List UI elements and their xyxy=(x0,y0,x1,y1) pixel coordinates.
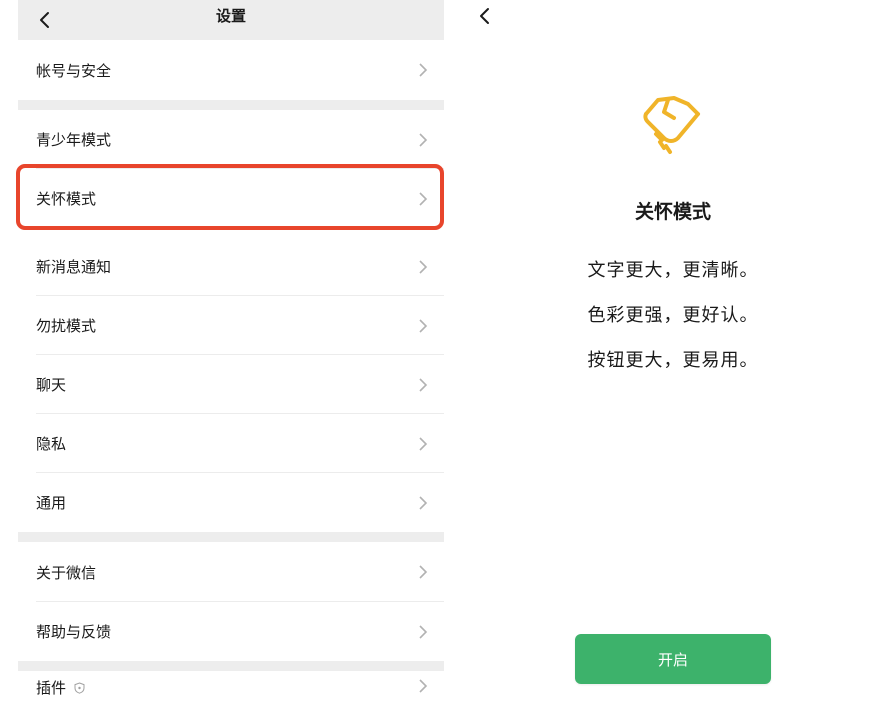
chevron-left-icon xyxy=(480,8,489,24)
settings-item-teen-mode[interactable]: 青少年模式 xyxy=(18,110,444,169)
settings-nav-bar: 设置 xyxy=(18,0,444,40)
settings-item-label: 聊天 xyxy=(36,376,67,394)
settings-item-label: 通用 xyxy=(36,494,67,512)
settings-item-label: 关于微信 xyxy=(36,563,97,582)
shield-icon xyxy=(74,681,85,694)
settings-item-chat[interactable]: 聊天 xyxy=(18,355,444,414)
settings-item-general[interactable]: 通用 xyxy=(18,473,444,532)
care-mode-panel: 关怀模式 文字更大，更清晰。 色彩更强，更好认。 按钮更大，更易用。 开启 xyxy=(458,0,875,709)
settings-item-do-not-disturb[interactable]: 勿扰模式 xyxy=(18,296,444,355)
settings-item-label-wrap: 插件 xyxy=(36,677,85,698)
settings-item-label: 关怀模式 xyxy=(36,190,97,208)
settings-panel: 设置 帐号与安全 青少年模式 关怀模式 新消息通知 勿扰模式 聊天 隐私 通用 xyxy=(18,0,444,709)
settings-item-new-message-notify[interactable]: 新消息通知 xyxy=(18,237,444,296)
settings-item-label: 帐号与安全 xyxy=(36,61,112,80)
settings-item-label: 隐私 xyxy=(36,435,67,453)
chevron-right-icon xyxy=(419,624,428,639)
chevron-right-icon xyxy=(419,259,428,274)
enable-button[interactable]: 开启 xyxy=(575,634,771,684)
chevron-right-icon xyxy=(419,495,428,510)
care-mode-line: 色彩更强，更好认。 xyxy=(587,305,759,326)
settings-item-help-feedback[interactable]: 帮助与反馈 xyxy=(18,602,444,661)
chevron-right-icon xyxy=(419,63,428,77)
section-gap xyxy=(18,100,444,110)
chevron-right-icon xyxy=(419,565,428,579)
chevron-right-icon xyxy=(419,377,428,392)
settings-item-privacy[interactable]: 隐私 xyxy=(18,414,444,473)
settings-item-label: 青少年模式 xyxy=(36,131,112,149)
care-mode-line: 文字更大，更清晰。 xyxy=(587,260,759,281)
care-mode-line: 按钮更大，更易用。 xyxy=(587,350,759,371)
settings-item-about-wechat[interactable]: 关于微信 xyxy=(18,542,444,602)
section-gap xyxy=(18,661,444,671)
chevron-right-icon xyxy=(419,132,428,147)
settings-item-account-security[interactable]: 帐号与安全 xyxy=(18,40,444,100)
settings-item-plugins[interactable]: 插件 xyxy=(18,671,444,709)
settings-item-label: 勿扰模式 xyxy=(36,317,97,335)
settings-item-label: 新消息通知 xyxy=(36,258,112,276)
care-hand-icon xyxy=(643,96,700,154)
section-gap xyxy=(18,532,444,542)
chevron-right-icon xyxy=(419,318,428,333)
settings-item-care-mode[interactable]: 关怀模式 xyxy=(18,169,444,228)
care-mode-title: 关怀模式 xyxy=(634,201,711,223)
care-mode-back-button[interactable] xyxy=(474,5,496,27)
chevron-right-icon xyxy=(419,679,428,693)
page-title: 设置 xyxy=(215,7,246,25)
chevron-right-icon xyxy=(419,436,428,451)
settings-item-label: 插件 xyxy=(36,679,67,697)
settings-item-label: 帮助与反馈 xyxy=(36,623,112,641)
chevron-right-icon xyxy=(419,191,428,206)
